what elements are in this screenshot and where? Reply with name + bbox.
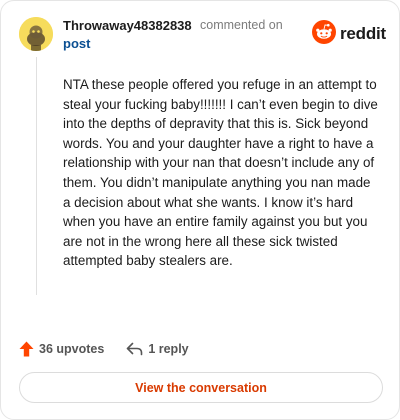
reddit-brand[interactable]: reddit <box>312 19 387 49</box>
post-link[interactable]: post <box>63 36 90 51</box>
reply-arrow-icon <box>127 342 143 356</box>
comment-author[interactable]: Throwaway48382838 <box>63 18 192 33</box>
comment-actions: 36 upvotes 1 reply <box>19 339 189 359</box>
reply-count: 1 reply <box>148 342 189 356</box>
upvote-arrow-icon <box>19 341 34 357</box>
comment-card: Throwaway48382838 commented on post redd… <box>0 0 400 420</box>
snoo-avatar-icon[interactable] <box>19 17 53 51</box>
upvote-button[interactable]: 36 upvotes <box>19 341 104 357</box>
upvote-count: 36 upvotes <box>39 342 105 356</box>
commented-on-text: commented on <box>200 18 283 32</box>
view-conversation-button[interactable]: View the conversation <box>19 372 383 403</box>
reddit-wordmark: reddit <box>340 24 387 43</box>
thread-line[interactable] <box>36 57 37 295</box>
comment-body: NTA these people offered you refuge in a… <box>63 77 378 269</box>
reddit-logo-icon <box>312 19 336 49</box>
replies-button[interactable]: 1 reply <box>126 342 189 356</box>
